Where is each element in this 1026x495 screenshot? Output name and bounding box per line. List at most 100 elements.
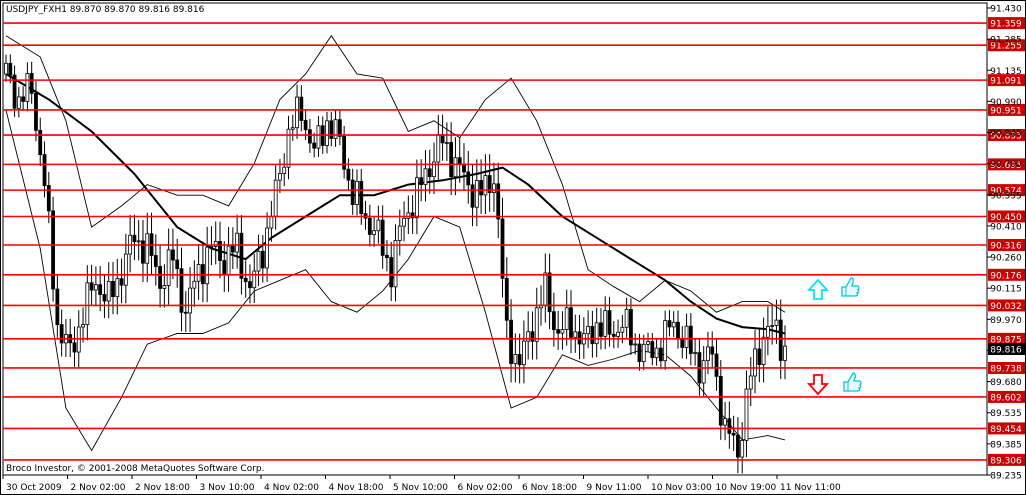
candle-body (303, 120, 308, 131)
price-tick-label: 89.535 (990, 409, 1022, 419)
candle-body (650, 341, 655, 359)
level-label: 89.454 (990, 425, 1022, 435)
watermark: Broco Investor, © 2001-2008 MetaQuotes S… (6, 464, 265, 474)
candle-body (312, 142, 317, 149)
level-label: 90.316 (990, 242, 1022, 252)
candle-body (153, 255, 158, 267)
candle-body (492, 183, 496, 193)
candle-body (93, 284, 98, 291)
candle-body (667, 320, 672, 328)
time-tick-label: 3 Nov 10:00 (200, 483, 255, 493)
candle-body (671, 321, 676, 328)
price-tick-label: 91.285 (990, 36, 1022, 46)
level-label: 90.951 (990, 106, 1022, 116)
candle-body (551, 311, 556, 331)
candle-body (307, 129, 312, 144)
candle-body (727, 418, 732, 434)
candle-body (543, 272, 548, 306)
candle-body (111, 281, 115, 298)
candle-body (774, 319, 779, 326)
candle-body (770, 325, 775, 327)
candle-body (295, 96, 299, 129)
level-label: 90.032 (990, 302, 1022, 312)
candle-body (372, 230, 376, 235)
candle-body (59, 324, 64, 344)
candle-body (350, 179, 355, 205)
candle-body (8, 62, 13, 76)
candle-body (106, 281, 111, 302)
candle-body (765, 325, 770, 338)
candle-body (522, 340, 526, 366)
time-tick-label: 11 Nov 11:00 (780, 483, 841, 493)
candle-body (419, 177, 424, 186)
current-price-label: 89.816 (990, 346, 1022, 356)
candle-body (269, 215, 274, 229)
candle-body (560, 329, 565, 334)
candle-body (145, 233, 150, 264)
candle-body (517, 354, 522, 366)
candle-body (688, 325, 693, 354)
candle-body (38, 129, 43, 155)
candle-body (611, 333, 616, 337)
level-label: 89.602 (990, 393, 1022, 403)
candle-body (530, 331, 535, 342)
candle-body (290, 127, 295, 130)
candle-body (337, 119, 342, 137)
candle-body (624, 309, 629, 328)
time-tick-label: 9 Nov 11:00 (587, 483, 642, 493)
price-tick-label: 90.115 (990, 285, 1022, 295)
candle-body (740, 440, 745, 458)
candle-body (637, 343, 642, 362)
candle-body (115, 278, 120, 298)
price-chart[interactable]: 91.35991.25591.09190.95190.83390.69590.5… (0, 0, 1026, 495)
candle-body (209, 245, 214, 248)
candle-body (72, 342, 77, 353)
candle-body (278, 173, 282, 181)
candle-body (663, 320, 668, 362)
price-tick-label: 89.680 (990, 378, 1022, 388)
candle-body (646, 341, 650, 345)
candle-body (402, 217, 406, 227)
price-tick-label: 89.235 (990, 472, 1022, 482)
candle-body (462, 163, 466, 173)
candle-body (355, 180, 359, 205)
candle-body (753, 348, 757, 377)
candle-body (761, 336, 766, 366)
candle-body (346, 168, 351, 181)
candle-body (693, 352, 698, 354)
candle-body (607, 310, 612, 335)
candle-body (569, 307, 573, 338)
candle-body (453, 157, 458, 178)
candle-body (42, 154, 47, 186)
price-tick-label: 89.385 (990, 440, 1022, 450)
price-tick-label: 90.555 (990, 191, 1022, 201)
candle-body (29, 73, 34, 94)
candle-body (573, 331, 578, 338)
price-tick-label: 89.970 (990, 316, 1022, 326)
price-tick-label: 90.845 (990, 129, 1022, 139)
candle-body (444, 142, 449, 144)
candle-body (21, 96, 26, 102)
level-label: 89.306 (990, 456, 1022, 466)
candle-body (102, 294, 107, 302)
candle-body (633, 343, 638, 346)
candle-body (466, 171, 471, 186)
candle-body (718, 376, 723, 426)
candle-body (616, 331, 620, 337)
candle-body (119, 278, 124, 286)
price-tick-label: 90.990 (990, 98, 1022, 108)
chart-container: 91.359 91.255 91.091 90.951 90.833 90.695 90.5… (0, 0, 1026, 495)
candle-body (192, 280, 197, 289)
candle-body (226, 245, 231, 275)
candle-body (380, 219, 385, 256)
candle-body (483, 175, 488, 196)
candle-body (325, 120, 329, 146)
candle-body (748, 375, 753, 390)
candle-body (599, 322, 603, 337)
candle-body (470, 184, 475, 208)
candle-body (136, 240, 141, 243)
candle-body (415, 177, 419, 219)
candle-body (196, 264, 201, 282)
candle-body (85, 282, 90, 325)
candle-body (89, 282, 94, 291)
